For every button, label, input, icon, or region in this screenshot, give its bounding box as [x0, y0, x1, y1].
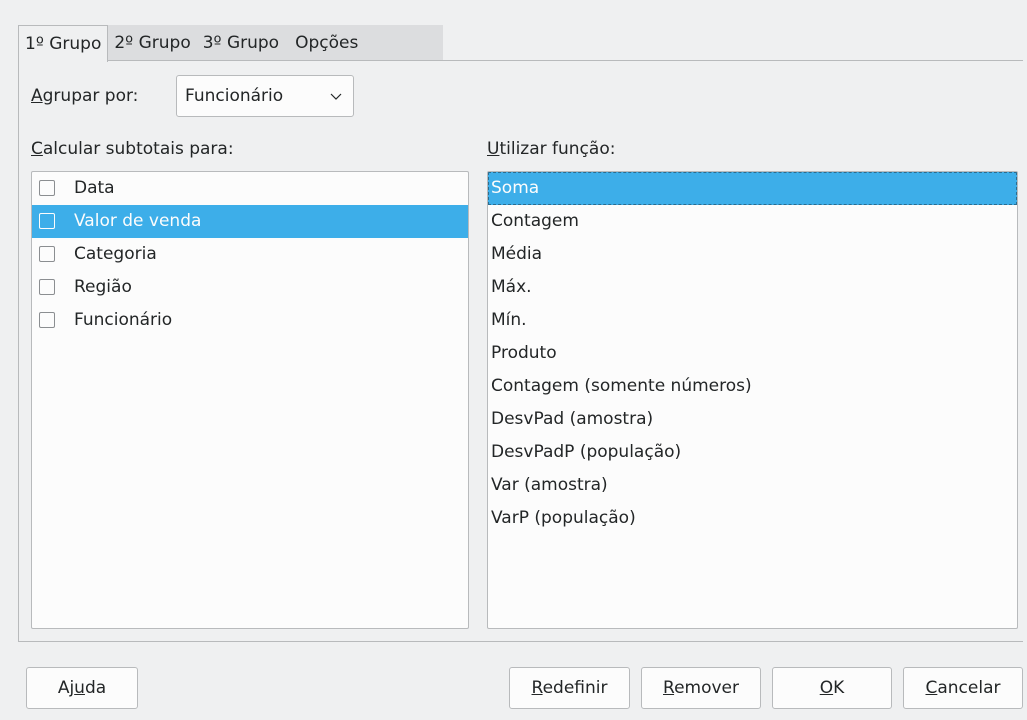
function-item-min[interactable]: Mín. [488, 304, 1017, 337]
subtotal-item-label: Valor de venda [74, 211, 202, 231]
tab-bar: 1º Grupo 2º Grupo 3º Grupo Opções [18, 25, 443, 62]
function-label: Utilizar função: [487, 139, 616, 159]
group-by-label: Agrupar por: [31, 86, 139, 106]
chevron-down-icon [330, 93, 342, 100]
subtotal-item-valor-de-venda[interactable]: Valor de venda [32, 205, 468, 238]
tab-group-1[interactable]: 1º Grupo [18, 25, 109, 62]
function-item-contagem-numeros[interactable]: Contagem (somente números) [488, 370, 1017, 403]
function-item-soma[interactable]: Soma [488, 172, 1017, 205]
tab-group-2[interactable]: 2º Grupo [108, 25, 197, 61]
subtotal-item-funcionario[interactable]: Funcionário [32, 304, 468, 337]
tab-options[interactable]: Opções [285, 25, 369, 61]
tab-group-3[interactable]: 3º Grupo [196, 25, 286, 61]
subtotal-item-regiao[interactable]: Região [32, 271, 468, 304]
group-by-combobox[interactable]: Funcionário [176, 75, 354, 117]
subtotal-item-categoria[interactable]: Categoria [32, 238, 468, 271]
checkbox[interactable] [39, 279, 55, 295]
function-item-varp[interactable]: VarP (população) [488, 502, 1017, 535]
function-item-contagem[interactable]: Contagem [488, 205, 1017, 238]
checkbox[interactable] [39, 246, 55, 262]
checkbox[interactable] [39, 213, 55, 229]
function-item-desvpadp[interactable]: DesvPadP (população) [488, 436, 1017, 469]
checkbox[interactable] [39, 180, 55, 196]
subtotal-item-label: Funcionário [74, 310, 173, 330]
function-item-desvpad[interactable]: DesvPad (amostra) [488, 403, 1017, 436]
remove-button[interactable]: Remover [641, 667, 761, 709]
function-item-var[interactable]: Var (amostra) [488, 469, 1017, 502]
help-button[interactable]: Ajuda [26, 667, 138, 709]
function-list[interactable]: Soma Contagem Média Máx. Mín. Produto Co… [487, 171, 1018, 629]
subtotals-label: Calcular subtotais para: [31, 139, 234, 159]
subtotal-item-data[interactable]: Data [32, 172, 468, 205]
ok-button[interactable]: OK [772, 667, 892, 709]
group-by-value: Funcionário [185, 86, 284, 106]
cancel-button[interactable]: Cancelar [903, 667, 1023, 709]
subtotal-item-label: Data [74, 178, 115, 198]
checkbox[interactable] [39, 312, 55, 328]
function-item-produto[interactable]: Produto [488, 337, 1017, 370]
reset-button[interactable]: Redefinir [509, 667, 630, 709]
subtotal-item-label: Categoria [74, 244, 157, 264]
function-item-max[interactable]: Máx. [488, 271, 1017, 304]
function-item-media[interactable]: Média [488, 238, 1017, 271]
subtotal-item-label: Região [74, 277, 132, 297]
subtotals-list[interactable]: Data Valor de venda Categoria Região Fun… [31, 171, 469, 629]
tab-bar-filler [368, 25, 443, 61]
